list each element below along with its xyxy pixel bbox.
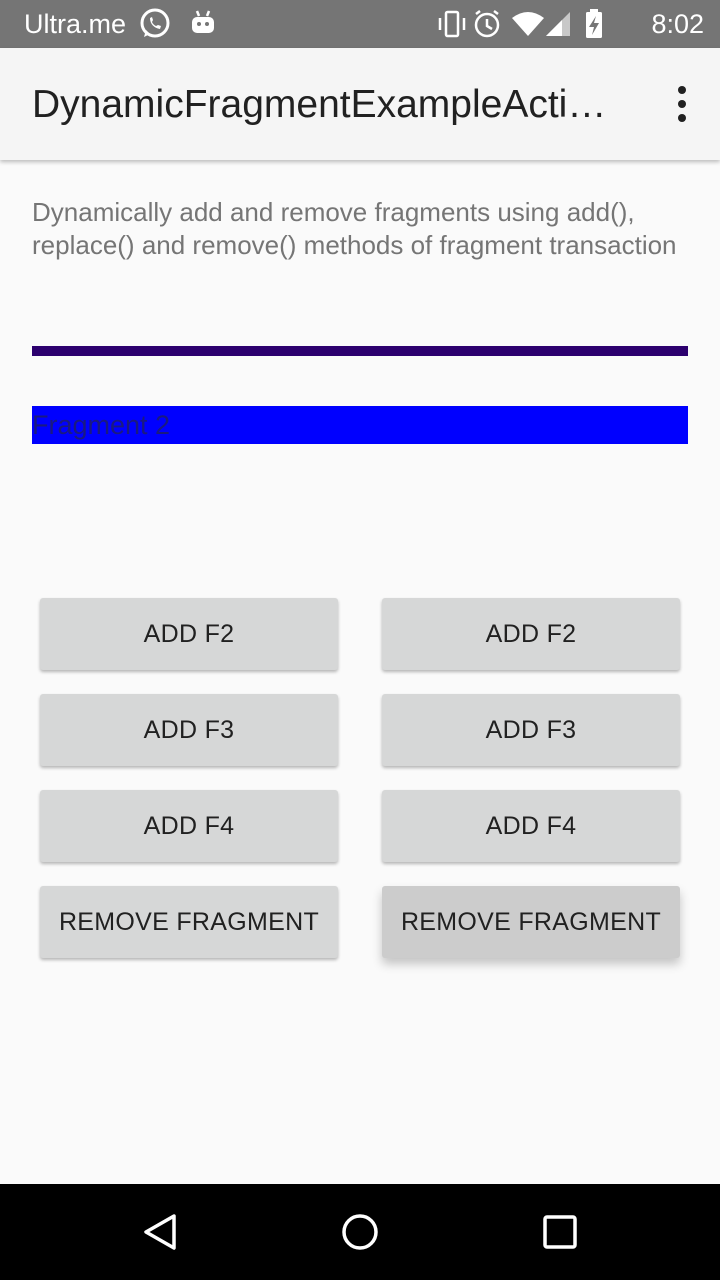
carrier-label: Ultra.me xyxy=(24,9,127,39)
recents-icon[interactable] xyxy=(542,1214,578,1250)
screen: Ultra.me 8:02 DynamicFragmentExampleActi… xyxy=(0,0,720,1280)
add-f3-button-left[interactable]: ADD F3 xyxy=(40,694,338,766)
back-icon[interactable] xyxy=(140,1212,180,1252)
battery-charging-icon xyxy=(586,9,602,38)
app-bar: DynamicFragmentExampleActi… xyxy=(0,48,720,160)
description-text: Dynamically add and remove fragments usi… xyxy=(32,197,677,260)
android-icon xyxy=(192,10,214,33)
signal-icon xyxy=(546,12,570,36)
remove-fragment-button-left[interactable]: REMOVE FRAGMENT xyxy=(40,886,338,958)
whatsapp-icon xyxy=(140,8,170,38)
status-icons xyxy=(438,9,602,38)
divider-bar xyxy=(32,346,688,356)
page-title: DynamicFragmentExampleActi… xyxy=(32,83,607,126)
fragment-container: Fragment 2 xyxy=(32,406,688,444)
fragment-label: Fragment 2 xyxy=(32,410,171,440)
vibrate-icon xyxy=(438,10,466,38)
home-icon[interactable] xyxy=(340,1212,380,1252)
navigation-bar xyxy=(0,1184,720,1280)
clock: 8:02 xyxy=(651,9,704,39)
wifi-icon xyxy=(512,12,544,36)
more-vert-icon[interactable] xyxy=(670,84,694,124)
add-f2-button-left[interactable]: ADD F2 xyxy=(40,598,338,670)
remove-fragment-button-right[interactable]: REMOVE FRAGMENT xyxy=(382,886,680,958)
add-f2-button-right[interactable]: ADD F2 xyxy=(382,598,680,670)
add-f3-button-right[interactable]: ADD F3 xyxy=(382,694,680,766)
add-f4-button-right[interactable]: ADD F4 xyxy=(382,790,680,862)
status-bar: Ultra.me 8:02 xyxy=(0,0,720,48)
alarm-icon xyxy=(474,10,500,38)
add-f4-button-left[interactable]: ADD F4 xyxy=(40,790,338,862)
